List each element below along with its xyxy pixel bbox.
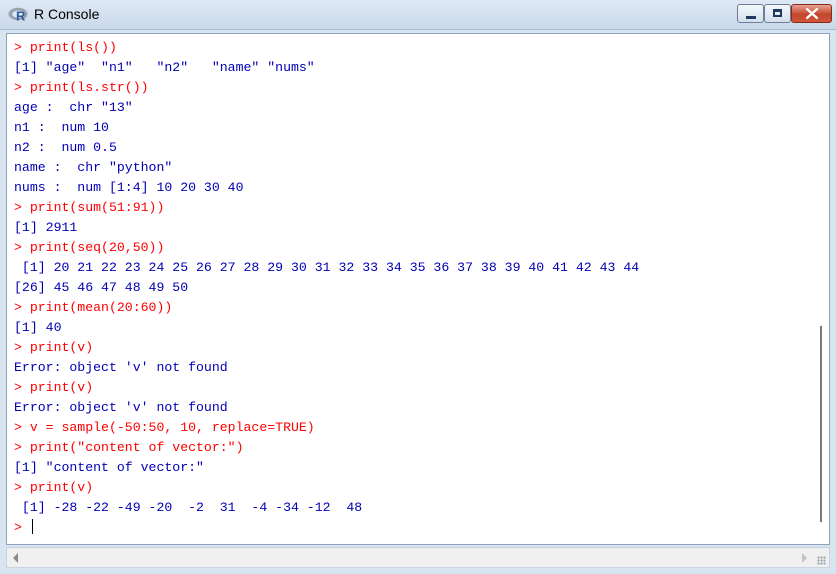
prompt-symbol: > [14,520,30,535]
console-output-line: [1] "age" "n1" "n2" "name" "nums" [14,60,315,75]
console-prompt-line[interactable]: > [14,518,639,538]
r-logo-icon: R [8,7,28,23]
console-input-line: > print(v) [14,380,94,395]
console-input-line: > print(ls()) [14,40,117,55]
maximize-icon [773,9,782,17]
maximize-button[interactable] [764,4,791,23]
svg-text:R: R [16,9,26,23]
scroll-left-arrow-icon[interactable] [13,553,18,563]
console-input-line: > print("content of vector:") [14,440,244,455]
console-output-line: nums : num [1:4] 10 20 30 40 [14,180,244,195]
console-input-line: > print(sum(51:91)) [14,200,165,215]
console-output-line: Error: object 'v' not found [14,360,228,375]
console-output-line: [1] 2911 [14,220,78,235]
console-output-line: n2 : num 0.5 [14,140,117,155]
console-output-line: [26] 45 46 47 48 49 50 [14,280,189,295]
console-input-line: > print(seq(20,50)) [14,240,165,255]
console-output-line: age : chr "13" [14,100,133,115]
horizontal-scrollbar[interactable] [6,547,830,568]
vertical-scroll-thumb[interactable] [820,326,822,522]
console-output-line: [1] 20 21 22 23 24 25 26 27 28 29 30 31 … [14,260,640,275]
minimize-icon [746,16,756,19]
r-console-window: R R Console > print(ls()) [1] "age" "n1" … [0,0,836,574]
console-input-line: > print(v) [14,480,94,495]
console-lines: > print(ls()) [1] "age" "n1" "n2" "name" … [14,38,639,538]
console-input-line: > print(mean(20:60)) [14,300,173,315]
title-bar[interactable]: R R Console [0,0,836,30]
text-cursor [31,519,33,534]
console-output-line: [1] -28 -22 -49 -20 -2 31 -4 -34 -12 48 [14,500,363,515]
scroll-right-arrow-icon[interactable] [802,553,807,563]
console-output-line: Error: object 'v' not found [14,400,228,415]
console-input-line: > v = sample(-50:50, 10, replace=TRUE) [14,420,315,435]
console-output-line: [1] "content of vector:" [14,460,204,475]
close-button[interactable] [791,4,832,23]
minimize-button[interactable] [737,4,764,23]
close-icon [806,8,818,19]
vertical-scrollbar[interactable] [812,34,829,544]
console-output-line: n1 : num 10 [14,120,109,135]
console-output-line: [1] 40 [14,320,62,335]
window-title: R Console [34,6,100,22]
console-output-area[interactable]: > print(ls()) [1] "age" "n1" "n2" "name" … [6,33,830,545]
console-output-line: name : chr "python" [14,160,173,175]
resize-grip-icon[interactable] [817,556,826,565]
console-input-line: > print(ls.str()) [14,80,149,95]
console-input-line: > print(v) [14,340,94,355]
